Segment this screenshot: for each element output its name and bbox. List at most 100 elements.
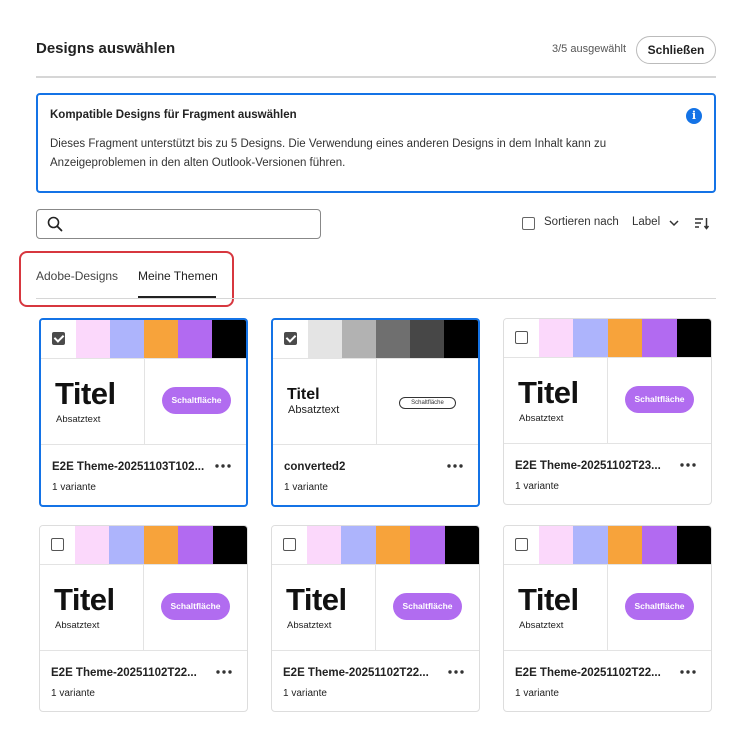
tab-adobe-designs[interactable]: Adobe-Designs bbox=[36, 269, 118, 283]
theme-card[interactable]: Titel Absatztext Schaltfläche E2E Theme-… bbox=[503, 525, 712, 712]
color-swatch bbox=[642, 319, 677, 357]
preview-subtext: Absatztext bbox=[55, 620, 100, 631]
info-banner: Kompatible Designs für Fragment auswähle… bbox=[36, 93, 716, 193]
preview-title: Titel bbox=[287, 386, 320, 403]
close-button[interactable]: Schließen bbox=[636, 36, 716, 64]
color-swatch bbox=[607, 526, 643, 564]
color-swatch bbox=[75, 526, 110, 564]
tab-my-themes[interactable]: Meine Themen bbox=[138, 269, 218, 283]
variant-count: 1 variante bbox=[515, 688, 559, 699]
more-options-icon[interactable] bbox=[446, 463, 464, 469]
color-swatches bbox=[272, 526, 479, 565]
search-icon bbox=[47, 216, 63, 232]
color-swatch bbox=[178, 526, 213, 564]
color-swatch bbox=[110, 320, 144, 358]
color-swatch bbox=[573, 319, 608, 357]
header-divider bbox=[36, 76, 716, 78]
card-footer: converted2 1 variante bbox=[273, 445, 478, 505]
search-input[interactable] bbox=[69, 210, 314, 238]
theme-preview: Titel Absatztext Schaltfläche bbox=[273, 359, 478, 445]
sort-label: Sortieren nach bbox=[544, 216, 619, 228]
variant-count: 1 variante bbox=[515, 481, 559, 492]
theme-card[interactable]: Titel Absatztext Schaltfläche E2E Theme-… bbox=[503, 318, 712, 505]
tabs-divider bbox=[36, 298, 716, 299]
preview-title: Titel bbox=[518, 375, 579, 410]
theme-card[interactable]: Titel Absatztext Schaltfläche E2E Theme-… bbox=[39, 525, 248, 712]
color-swatch bbox=[539, 319, 574, 357]
preview-title: Titel bbox=[55, 376, 116, 411]
color-swatch bbox=[341, 526, 376, 564]
theme-card[interactable]: Titel Absatztext Schaltfläche E2E Theme-… bbox=[39, 318, 248, 507]
sort-order-icon[interactable] bbox=[694, 216, 710, 230]
preview-button: Schaltfläche bbox=[162, 387, 231, 414]
color-swatches bbox=[40, 526, 247, 565]
more-options-icon[interactable] bbox=[214, 463, 232, 469]
theme-name: E2E Theme-20251102T22... bbox=[283, 667, 429, 679]
color-swatch bbox=[573, 526, 608, 564]
preview-button: Schaltfläche bbox=[625, 593, 694, 620]
preview-subtext: Absatztext bbox=[287, 620, 332, 631]
color-swatch bbox=[178, 320, 212, 358]
select-checkbox[interactable] bbox=[52, 332, 65, 345]
card-footer: E2E Theme-20251102T22... 1 variante bbox=[504, 651, 711, 711]
sort-field-select[interactable]: Label bbox=[632, 216, 660, 228]
theme-card[interactable]: Titel Absatztext Schaltfläche converted2… bbox=[271, 318, 480, 507]
button-preview: Schaltfläche bbox=[608, 565, 711, 650]
preview-button: Schaltfläche bbox=[399, 397, 456, 409]
select-checkbox[interactable] bbox=[515, 538, 528, 551]
color-swatch bbox=[144, 320, 178, 358]
select-cell[interactable] bbox=[273, 320, 308, 358]
card-footer: E2E Theme-20251102T22... 1 variante bbox=[40, 651, 247, 711]
select-checkbox[interactable] bbox=[284, 332, 297, 345]
color-swatch bbox=[607, 319, 643, 357]
color-swatch bbox=[676, 526, 711, 564]
more-options-icon[interactable] bbox=[447, 669, 465, 675]
button-preview: Schaltfläche bbox=[376, 565, 479, 650]
theme-preview: Titel Absatztext Schaltfläche bbox=[504, 565, 711, 651]
theme-card[interactable]: Titel Absatztext Schaltfläche E2E Theme-… bbox=[271, 525, 480, 712]
variant-count: 1 variante bbox=[51, 688, 95, 699]
color-swatch bbox=[676, 319, 711, 357]
select-checkbox[interactable] bbox=[51, 538, 64, 551]
more-options-icon[interactable] bbox=[679, 669, 697, 675]
color-swatch bbox=[642, 526, 677, 564]
theme-name: E2E Theme-20251103T102... bbox=[52, 461, 205, 473]
preview-title: Titel bbox=[518, 582, 579, 617]
theme-preview: Titel Absatztext Schaltfläche bbox=[41, 359, 246, 445]
select-cell[interactable] bbox=[41, 320, 76, 358]
select-cell[interactable] bbox=[504, 526, 539, 564]
select-checkbox[interactable] bbox=[515, 331, 528, 344]
preview-subtext: Absatztext bbox=[56, 414, 101, 425]
color-swatches bbox=[504, 526, 711, 565]
theme-name: E2E Theme-20251102T22... bbox=[51, 667, 197, 679]
select-cell[interactable] bbox=[504, 319, 539, 357]
color-swatch bbox=[376, 320, 410, 358]
sort-checkbox[interactable] bbox=[522, 217, 535, 230]
color-swatch bbox=[342, 320, 376, 358]
search-field[interactable] bbox=[36, 209, 321, 239]
color-swatch bbox=[109, 526, 144, 564]
color-swatch bbox=[410, 320, 444, 358]
color-swatch bbox=[143, 526, 179, 564]
color-swatch bbox=[375, 526, 411, 564]
typography-preview: Titel Absatztext bbox=[272, 565, 376, 650]
select-cell[interactable] bbox=[272, 526, 307, 564]
select-cell[interactable] bbox=[40, 526, 75, 564]
preview-subtext: Absatztext bbox=[519, 620, 564, 631]
theme-preview: Titel Absatztext Schaltfläche bbox=[272, 565, 479, 651]
theme-name: E2E Theme-20251102T23... bbox=[515, 460, 661, 472]
more-options-icon[interactable] bbox=[679, 462, 697, 468]
chevron-down-icon[interactable] bbox=[668, 218, 680, 228]
dialog-title: Designs auswählen bbox=[36, 40, 176, 57]
select-checkbox[interactable] bbox=[283, 538, 296, 551]
button-preview: Schaltfläche bbox=[377, 359, 478, 444]
sort-controls: Sortieren nach Label bbox=[522, 213, 712, 235]
typography-preview: Titel Absatztext bbox=[40, 565, 144, 650]
selection-count: 3/5 ausgewählt bbox=[552, 43, 626, 55]
theme-preview: Titel Absatztext Schaltfläche bbox=[40, 565, 247, 651]
color-swatch bbox=[410, 526, 445, 564]
more-options-icon[interactable] bbox=[215, 669, 233, 675]
dialog-header: Designs auswählen 3/5 ausgewählt Schließ… bbox=[36, 36, 716, 66]
preview-button: Schaltfläche bbox=[161, 593, 230, 620]
button-preview: Schaltfläche bbox=[608, 358, 711, 443]
